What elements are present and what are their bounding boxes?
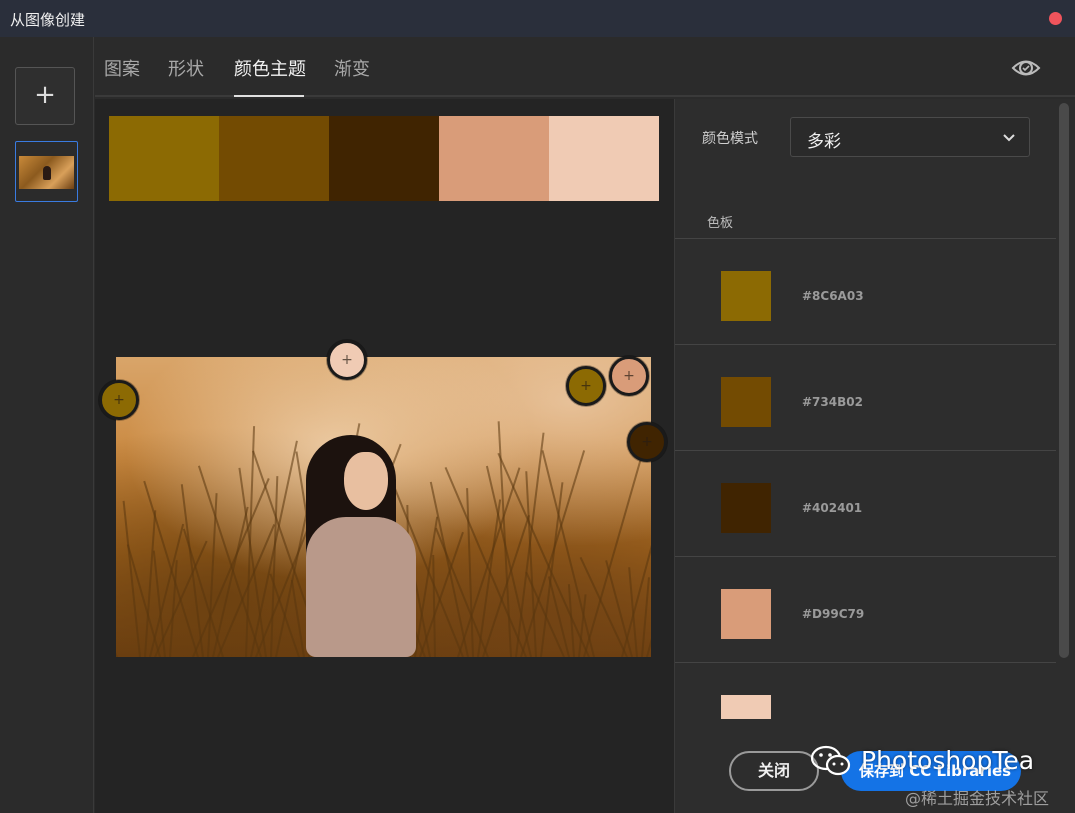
panel-scrollbar[interactable] [1059, 103, 1069, 658]
tab-bar: 图案 形状 颜色主题 渐变 [95, 37, 1075, 97]
eye-icon[interactable] [1011, 55, 1041, 81]
grass-stroke [583, 432, 650, 657]
palette-row[interactable]: #D99C79 [675, 556, 1056, 662]
theme-swatch[interactable] [549, 116, 659, 201]
wechat-icon [810, 745, 851, 776]
source-photo [116, 357, 651, 657]
tab-color-theme[interactable]: 颜色主题 [234, 55, 306, 81]
watermark-brand: PhotoshopTea [861, 746, 1035, 775]
image-thumbnail[interactable] [15, 141, 78, 202]
grass-stroke [180, 484, 204, 657]
color-picker-handle[interactable]: + [99, 380, 139, 420]
palette-row[interactable]: #8C6A03 [675, 238, 1056, 344]
add-image-button[interactable]: + [15, 67, 75, 125]
palette-label: 色板 [707, 216, 734, 231]
canvas-area: + + + + + [95, 99, 674, 813]
tab-gradient[interactable]: 渐变 [334, 55, 370, 81]
watermark-site: @稀土掘金技术社区 [905, 789, 1050, 808]
palette-hex: #734B02 [802, 395, 863, 409]
palette-chip[interactable] [721, 589, 771, 639]
palette-row[interactable]: #734B02 [675, 344, 1056, 450]
photo-subject-body [306, 517, 416, 657]
title-bar: 从图像创建 [0, 0, 1075, 37]
palette-chip[interactable] [721, 483, 771, 533]
palette-hex: #D99C79 [802, 607, 865, 621]
palette-hex: #402401 [802, 501, 863, 515]
window-title: 从图像创建 [10, 11, 86, 29]
theme-swatch[interactable] [439, 116, 549, 201]
color-theme-strip [109, 116, 659, 201]
color-mode-select[interactable]: 多彩 [790, 117, 1030, 157]
grass-stroke [250, 440, 298, 657]
color-picker-handle[interactable]: + [327, 340, 367, 380]
left-sidebar: + [0, 37, 94, 813]
thumbnail-photo [19, 156, 74, 189]
theme-swatch[interactable] [219, 116, 329, 201]
window-close-button[interactable] [1049, 12, 1062, 25]
color-picker-handle[interactable]: + [566, 366, 606, 406]
palette-chip[interactable] [721, 377, 771, 427]
grass-stroke [497, 421, 512, 657]
thumbnail-figure [43, 166, 51, 180]
color-picker-handle[interactable]: + [627, 422, 667, 462]
theme-swatch[interactable] [329, 116, 439, 201]
tab-shape[interactable]: 形状 [168, 55, 204, 81]
photo-subject-face [344, 452, 388, 510]
palette-list: #8C6A03 #734B02 #402401 #D99C79 [675, 238, 1056, 768]
grass-stroke [290, 579, 305, 657]
color-mode-value: 多彩 [807, 132, 841, 152]
grass-stroke [192, 478, 270, 657]
color-mode-label: 颜色模式 [702, 131, 758, 147]
tab-pattern[interactable]: 图案 [104, 55, 140, 81]
palette-hex: #8C6A03 [802, 289, 864, 303]
palette-chip[interactable] [721, 271, 771, 321]
right-panel: 颜色模式 多彩 色板 #8C6A03 #734B02 #402401 #D99C… [674, 99, 1075, 813]
close-button[interactable]: 关闭 [729, 751, 819, 791]
grass-stroke [116, 602, 118, 657]
theme-swatch[interactable] [109, 116, 219, 201]
palette-row[interactable]: #402401 [675, 450, 1056, 556]
active-tab-indicator [234, 95, 304, 97]
color-picker-handle[interactable]: + [609, 356, 649, 396]
chevron-down-icon [1003, 134, 1015, 142]
